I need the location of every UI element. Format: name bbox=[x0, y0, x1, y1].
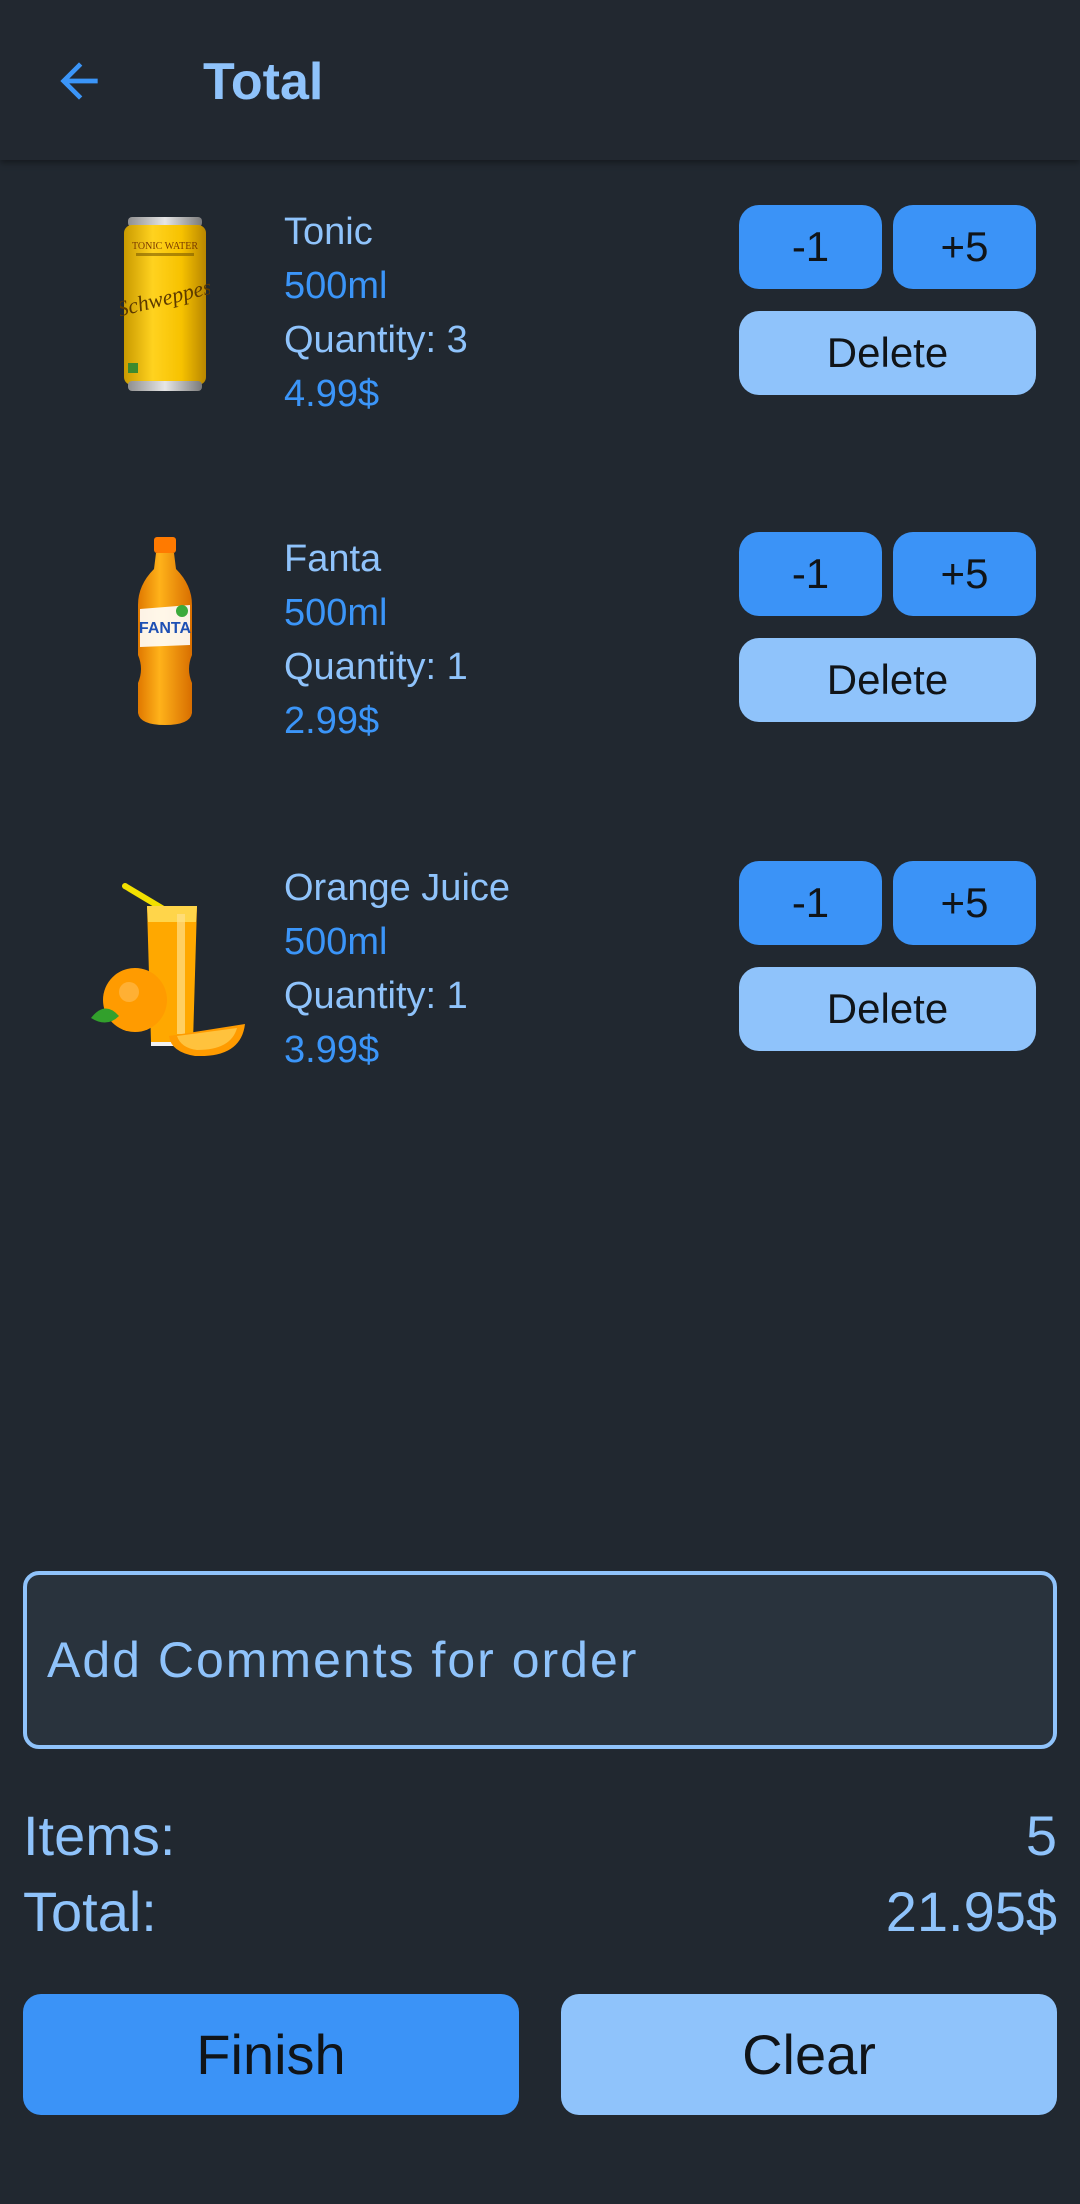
back-button[interactable] bbox=[44, 46, 114, 116]
svg-text:TONIC WATER: TONIC WATER bbox=[132, 241, 198, 252]
orange-juice-image bbox=[74, 861, 256, 1061]
svg-text:FANTA: FANTA bbox=[139, 620, 192, 637]
delete-item-button[interactable]: Delete bbox=[739, 638, 1036, 722]
item-name: Fanta bbox=[284, 538, 382, 580]
item-details: Orange Juice 500ml Quantity: 1 3.99$ bbox=[284, 861, 510, 1077]
item-details: Tonic 500ml Quantity: 3 4.99$ bbox=[284, 205, 468, 421]
item-quantity: Quantity: 1 bbox=[284, 646, 468, 688]
item-volume: 500ml bbox=[284, 592, 388, 634]
page-title: Total bbox=[203, 53, 324, 111]
items-value: 5 bbox=[1025, 1804, 1057, 1867]
tonic-can-image: TONIC WATER Schweppes bbox=[74, 205, 256, 405]
cart-item: FANTA Fanta 500ml Quantity: 1 2.99$ -1 +… bbox=[0, 532, 1080, 752]
increase-five-button[interactable]: +5 bbox=[893, 532, 1036, 616]
decrease-one-button[interactable]: -1 bbox=[739, 205, 882, 289]
fanta-bottle-image: FANTA bbox=[74, 532, 256, 732]
cart-item: Orange Juice 500ml Quantity: 1 3.99$ -1 … bbox=[0, 861, 1080, 1081]
delete-item-button[interactable]: Delete bbox=[739, 967, 1036, 1051]
items-count-row: Items: 5 bbox=[23, 1801, 1057, 1871]
items-label: Items: bbox=[23, 1804, 176, 1867]
comment-field[interactable] bbox=[23, 1571, 1057, 1749]
total-label: Total: bbox=[23, 1880, 157, 1943]
app-bar: Total bbox=[0, 0, 1080, 160]
item-price: 4.99$ bbox=[284, 373, 380, 415]
total-row: Total: 21.95$ bbox=[23, 1877, 1057, 1947]
total-value: 21.95$ bbox=[885, 1880, 1057, 1943]
clear-button[interactable]: Clear bbox=[561, 1994, 1057, 2115]
finish-button[interactable]: Finish bbox=[23, 1994, 519, 2115]
item-quantity: Quantity: 1 bbox=[284, 975, 468, 1017]
item-price: 3.99$ bbox=[284, 1029, 380, 1071]
increase-five-button[interactable]: +5 bbox=[893, 205, 1036, 289]
arrow-left-icon bbox=[60, 62, 98, 100]
item-name: Orange Juice bbox=[284, 867, 511, 909]
increase-five-button[interactable]: +5 bbox=[893, 861, 1036, 945]
item-price: 2.99$ bbox=[284, 700, 380, 742]
comment-input[interactable] bbox=[47, 1575, 1037, 1745]
decrease-one-button[interactable]: -1 bbox=[739, 861, 882, 945]
item-volume: 500ml bbox=[284, 265, 388, 307]
cart-screen: Total TONIC WATER Schweppes Tonic 500ml … bbox=[0, 0, 1080, 2204]
item-name: Tonic bbox=[284, 211, 373, 253]
cart-item: TONIC WATER Schweppes Tonic 500ml Quanti… bbox=[0, 205, 1080, 425]
item-quantity: Quantity: 3 bbox=[284, 319, 468, 361]
item-details: Fanta 500ml Quantity: 1 2.99$ bbox=[284, 532, 468, 748]
decrease-one-button[interactable]: -1 bbox=[739, 532, 882, 616]
item-volume: 500ml bbox=[284, 921, 388, 963]
delete-item-button[interactable]: Delete bbox=[739, 311, 1036, 395]
